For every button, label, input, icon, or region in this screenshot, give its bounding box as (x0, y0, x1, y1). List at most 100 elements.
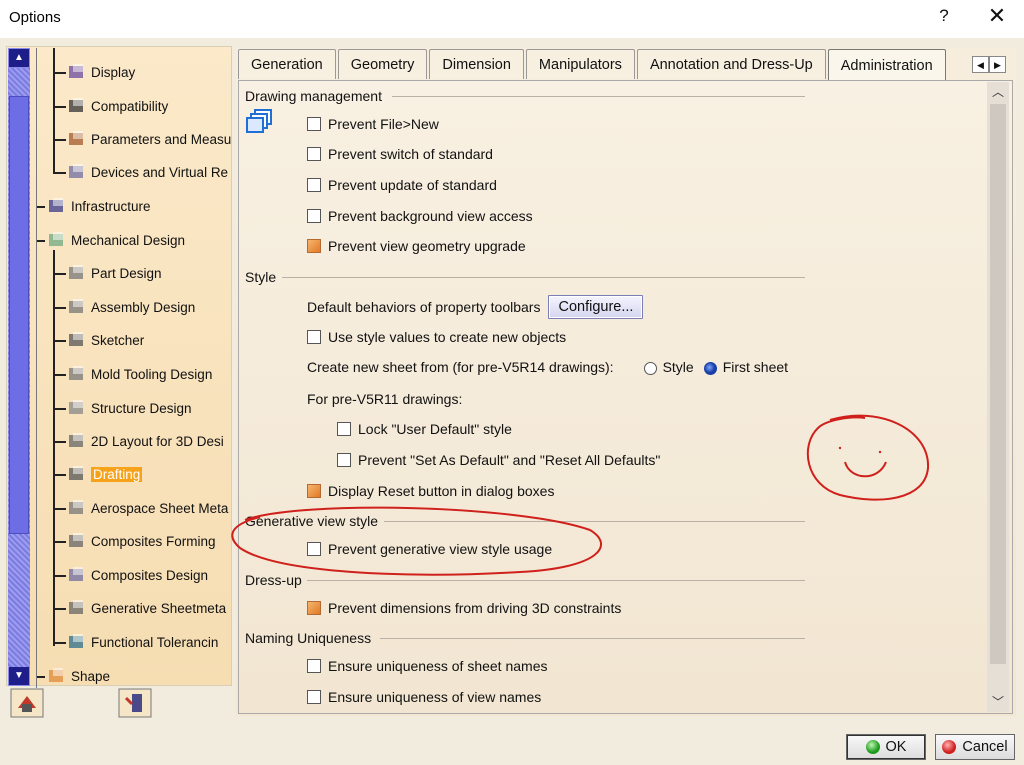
option-prevent-background-view[interactable]: Prevent background view access (307, 205, 533, 227)
tree-item-aerospace-sheet-meta[interactable]: Aerospace Sheet Meta (67, 497, 228, 519)
scroll-up-icon[interactable]: ︿ (987, 82, 1009, 102)
tree-item-functional-tolerancin[interactable]: Functional Tolerancin (67, 631, 218, 653)
content-scroll-thumb[interactable] (990, 104, 1006, 664)
tree-scrollbar[interactable]: ▲ ▼ (8, 48, 30, 686)
option-display-reset-button[interactable]: Display Reset button in dialog boxes (307, 480, 554, 502)
part-design-icon (67, 264, 87, 282)
radio-style[interactable]: Style (643, 359, 694, 375)
tree-item-label: Functional Tolerancin (91, 634, 219, 650)
option-unique-sheet-names[interactable]: Ensure uniqueness of sheet names (307, 655, 547, 677)
checkbox[interactable] (307, 330, 321, 344)
scroll-down-icon[interactable]: ﹀ (987, 692, 1009, 712)
pre-v5r11-label: For pre-V5R11 drawings: (307, 391, 463, 407)
tree-item-label: Aerospace Sheet Meta (91, 500, 229, 516)
tree-item-parameters-and-measu[interactable]: Parameters and Measu (67, 128, 231, 150)
tab-annotation-dress-up[interactable]: Annotation and Dress-Up (636, 49, 826, 79)
checkbox-checked[interactable] (307, 484, 321, 498)
tab-geometry[interactable]: Geometry (337, 49, 428, 79)
option-unique-view-names[interactable]: Ensure uniqueness of view names (307, 686, 541, 708)
drawing-management-icon (246, 108, 274, 137)
tree-scroll-up-icon[interactable]: ▲ (9, 49, 29, 67)
tree-item-generative-sheetmeta[interactable]: Generative Sheetmeta (67, 597, 226, 619)
property-toolbars-label: Default behaviors of property toolbars (307, 299, 541, 315)
option-prevent-generative-view-style[interactable]: Prevent generative view style usage (307, 538, 552, 560)
content-scrollbar[interactable]: ︿ ﹀ (987, 82, 1009, 712)
option-label: Prevent generative view style usage (328, 541, 553, 557)
tree-item-label: Composites Forming (91, 533, 216, 549)
checkbox[interactable] (307, 147, 321, 161)
tree-scroll-down-icon[interactable]: ▼ (9, 667, 29, 685)
tree-item-infrastructure[interactable]: Infrastructure (47, 195, 151, 217)
checkbox[interactable] (307, 178, 321, 192)
tree-item-shape[interactable]: Shape (47, 665, 110, 687)
radio-button-selected[interactable] (703, 361, 717, 375)
checkbox[interactable] (307, 659, 321, 673)
tree-item-label: Infrastructure (71, 198, 151, 214)
option-use-style-values[interactable]: Use style values to create new objects (307, 326, 566, 348)
tree-item-mold-tooling-design[interactable]: Mold Tooling Design (67, 363, 212, 385)
tree-item-structure-design[interactable]: Structure Design (67, 397, 192, 419)
tab-generation[interactable]: Generation (238, 49, 336, 79)
assembly-design-icon (67, 298, 87, 316)
tree-item-sketcher[interactable]: Sketcher (67, 329, 144, 351)
tree-item-mechanical-design[interactable]: Mechanical Design (47, 229, 185, 251)
tree-scroll-thumb[interactable] (9, 96, 29, 534)
tab-bar: Generation Geometry Dimension Manipulato… (238, 49, 948, 81)
option-prevent-dimensions-driving[interactable]: Prevent dimensions from driving 3D const… (307, 597, 621, 619)
option-label: Display Reset button in dialog boxes (328, 483, 555, 499)
configure-button[interactable]: Configure... (548, 295, 644, 319)
checkbox-checked[interactable] (307, 239, 321, 253)
option-prevent-set-as-default[interactable]: Prevent "Set As Default" and "Reset All … (337, 449, 660, 471)
tab-administration[interactable]: Administration (827, 49, 946, 81)
checkbox[interactable] (307, 542, 321, 556)
property-toolbars-row: Default behaviors of property toolbars C… (307, 294, 644, 320)
close-button[interactable]: ✕ (985, 4, 1009, 29)
tree-connector (54, 374, 66, 376)
tab-manipulators[interactable]: Manipulators (525, 49, 635, 79)
display-icon (67, 63, 87, 81)
tree-connector (54, 408, 66, 410)
tree-connector (54, 172, 66, 174)
checkbox[interactable] (337, 422, 351, 436)
tree-connector (54, 340, 66, 342)
checkbox[interactable] (307, 117, 321, 131)
tree-item-part-design[interactable]: Part Design (67, 262, 162, 284)
checkbox[interactable] (307, 209, 321, 223)
tab-prev-icon[interactable]: ◀ (972, 56, 989, 73)
tools-settings-icon[interactable] (118, 688, 152, 721)
group-title-naming-uniqueness: Naming Uniqueness (245, 630, 372, 646)
tree-item-label: Devices and Virtual Re (91, 164, 229, 180)
tab-dimension[interactable]: Dimension (429, 49, 524, 79)
shape-icon (47, 667, 67, 685)
home-settings-icon[interactable] (10, 688, 44, 721)
tree-item-drafting[interactable]: Drafting (67, 463, 143, 485)
cancel-button[interactable]: Cancel (935, 734, 1015, 760)
help-button[interactable]: ? (934, 6, 954, 26)
radio-first-sheet[interactable]: First sheet (703, 359, 788, 375)
tree-item-assembly-design[interactable]: Assembly Design (67, 296, 195, 318)
drafting-icon (67, 465, 87, 483)
tree-item-composites-design[interactable]: Composites Design (67, 564, 208, 586)
option-prevent-update-standard[interactable]: Prevent update of standard (307, 174, 497, 196)
option-lock-user-default[interactable]: Lock "User Default" style (337, 418, 512, 440)
tree-item-devices-and-virtual-re[interactable]: Devices and Virtual Re (67, 161, 228, 183)
ok-button[interactable]: OK (846, 734, 926, 760)
ok-label: OK (885, 739, 907, 755)
tree-item-compatibility[interactable]: Compatibility (67, 95, 168, 117)
tree-connector (54, 474, 66, 476)
checkbox-checked[interactable] (307, 601, 321, 615)
tab-next-icon[interactable]: ▶ (989, 56, 1006, 73)
tree-item-display[interactable]: Display (67, 61, 135, 83)
option-label: Prevent background view access (328, 208, 533, 224)
tree-item-composites-forming[interactable]: Composites Forming (67, 530, 216, 552)
tree-item-label: Part Design (91, 265, 162, 281)
tree-item-label: Drafting (91, 466, 143, 482)
radio-button[interactable] (643, 361, 657, 375)
checkbox[interactable] (337, 453, 351, 467)
option-prevent-view-geometry-upgrade[interactable]: Prevent view geometry upgrade (307, 235, 526, 257)
checkbox[interactable] (307, 690, 321, 704)
option-prevent-switch-standard[interactable]: Prevent switch of standard (307, 143, 493, 165)
mechanical-design-icon (47, 231, 67, 249)
option-prevent-file-new[interactable]: Prevent File>New (307, 113, 439, 135)
tree-item-2d-layout-for-3d-desi[interactable]: 2D Layout for 3D Desi (67, 430, 224, 452)
